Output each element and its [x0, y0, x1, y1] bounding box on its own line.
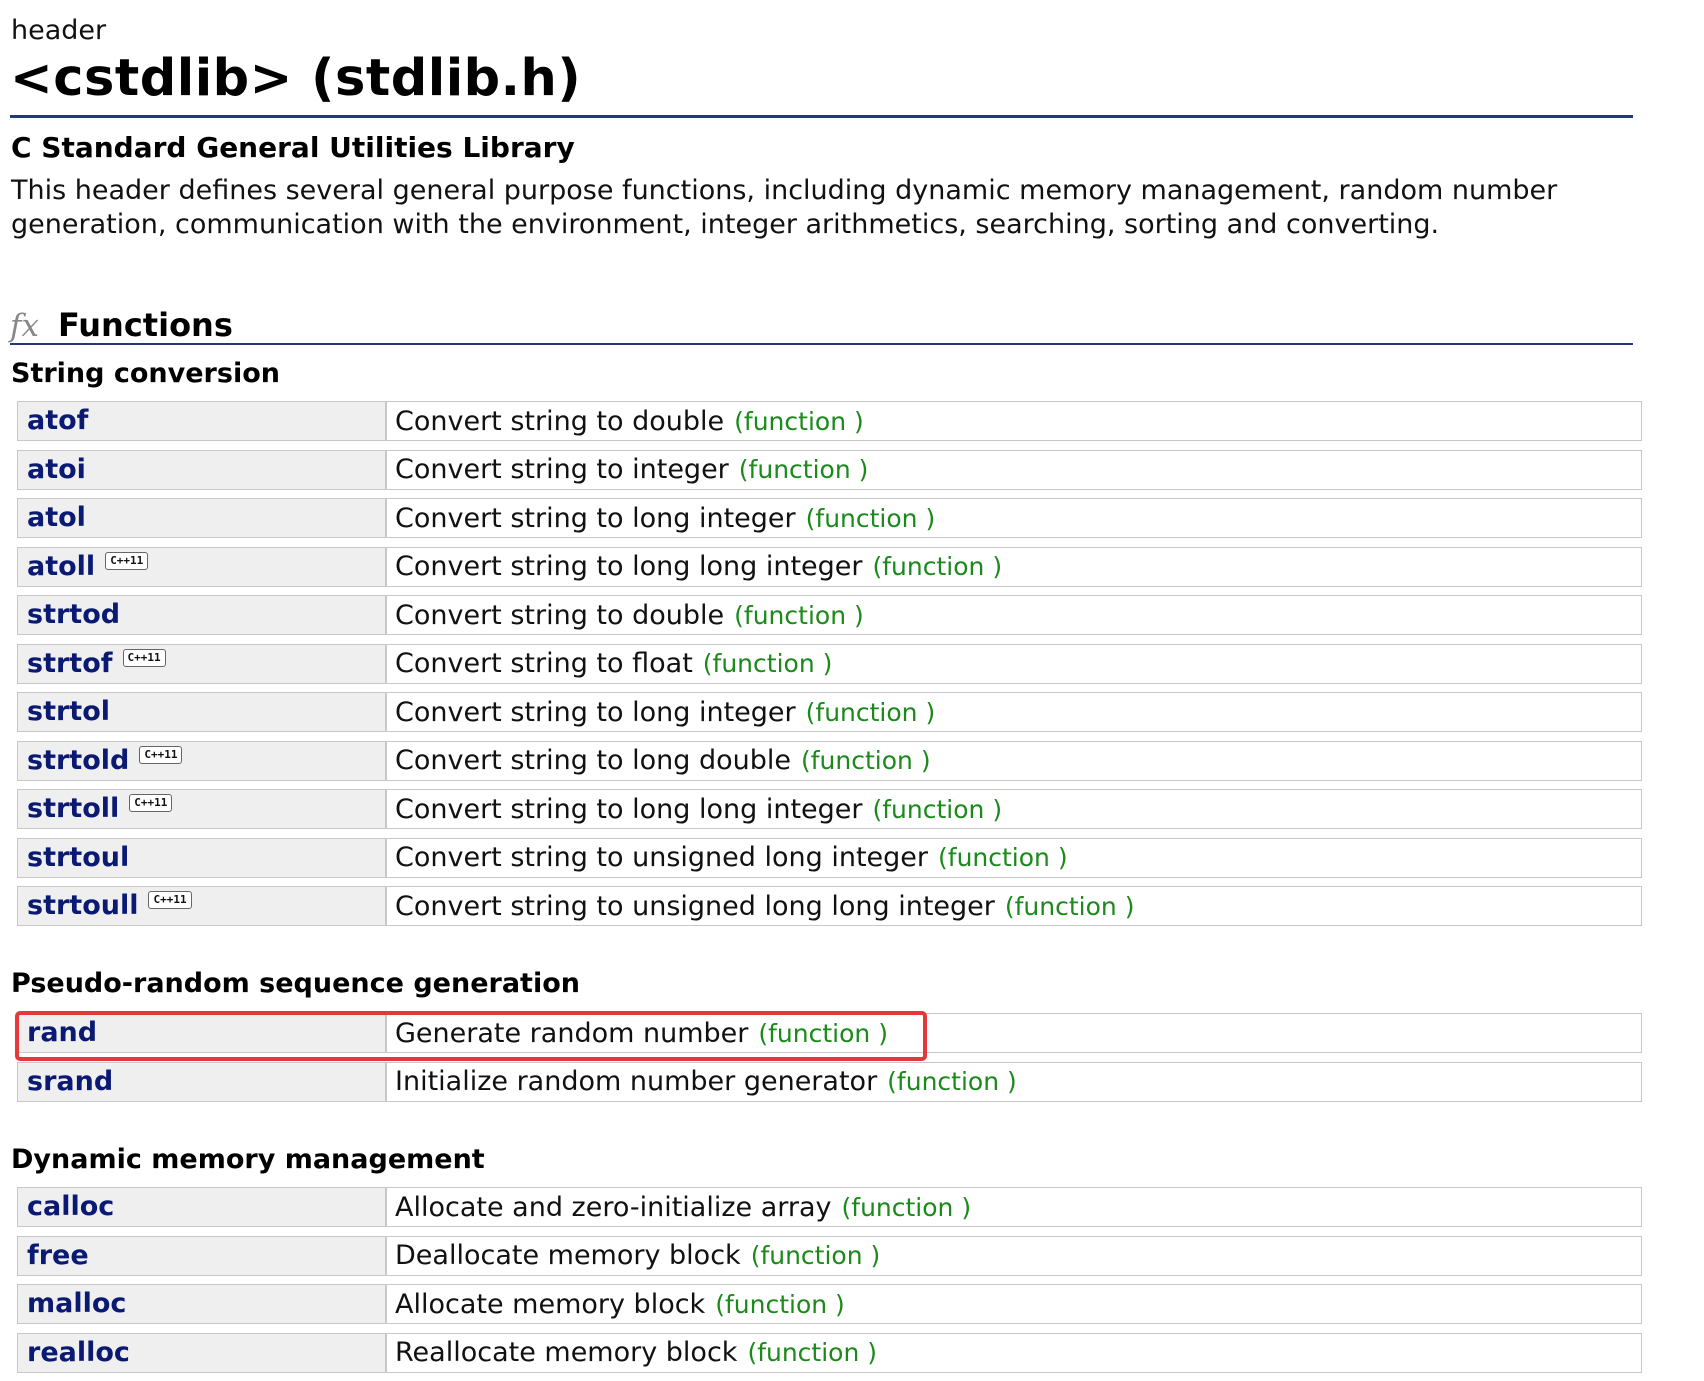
group-title-string-conversion: String conversion [11, 358, 280, 389]
cpp11-badge: C++11 [148, 891, 192, 909]
function-kind: (function ) [805, 503, 936, 533]
function-kind: (function ) [872, 794, 1003, 824]
functions-section-header: fx Functions [10, 302, 233, 346]
page-kind-label: header [11, 15, 107, 46]
function-link-strtold[interactable]: strtold [27, 744, 129, 778]
function-kind: (function ) [841, 1192, 972, 1222]
function-link-atof[interactable]: atof [27, 404, 88, 438]
function-kind: (function ) [747, 1338, 878, 1367]
cpp11-badge: C++11 [105, 551, 149, 570]
section-divider [10, 343, 1633, 345]
function-link-strtoll[interactable]: strtoll [27, 792, 119, 826]
function-kind: (function ) [801, 746, 931, 775]
table-row: free Deallocate memory block (function ) [17, 1235, 1642, 1276]
function-desc: Convert string to double [395, 599, 725, 631]
group-title-dynamic-memory: Dynamic memory management [11, 1144, 485, 1175]
function-desc: Convert string to long integer [395, 696, 796, 728]
function-link-strtod[interactable]: strtod [27, 598, 120, 632]
function-kind: (function ) [750, 1241, 881, 1270]
function-kind: (function ) [938, 843, 1068, 872]
table-row: calloc Allocate and zero-initialize array… [17, 1187, 1642, 1227]
function-desc: Convert string to integer [395, 454, 729, 485]
function-desc: Allocate and zero-initialize array [395, 1191, 832, 1223]
function-link-atol[interactable]: atol [27, 501, 86, 535]
function-link-atoi[interactable]: atoi [27, 453, 86, 487]
function-kind: (function ) [887, 1067, 1017, 1096]
function-desc: Convert string to unsigned long integer [395, 842, 929, 873]
function-kind: (function ) [1004, 891, 1135, 921]
function-link-strtol[interactable]: strtol [27, 695, 110, 729]
function-link-strtoull[interactable]: strtoull [27, 889, 138, 923]
reference-page: header <cstdlib> (stdlib.h) C Standard G… [0, 0, 1704, 1373]
page-description: This header defines several general purp… [11, 175, 1558, 240]
table-row: strtoll C++11 Convert string to long long … [17, 789, 1642, 829]
table-row: atol Convert string to long integer (funct… [17, 498, 1642, 538]
cpp11-badge: C++11 [122, 648, 166, 667]
function-link-strtof[interactable]: strtof [27, 647, 113, 681]
table-row: malloc Allocate memory block (function ) [17, 1284, 1642, 1324]
cpp11-badge: C++11 [129, 794, 173, 812]
page-subtitle: C Standard General Utilities Library [11, 131, 575, 164]
function-kind: (function ) [758, 1018, 888, 1048]
function-link-calloc[interactable]: calloc [27, 1190, 114, 1224]
function-link-malloc[interactable]: malloc [27, 1287, 126, 1321]
table-row: strtoul Convert string to unsigned long i… [17, 837, 1642, 878]
function-desc: Convert string to long integer [395, 502, 796, 534]
function-kind: (function ) [872, 552, 1003, 581]
function-kind: (function ) [702, 649, 833, 678]
table-row: atof Convert string to double (function ) [17, 401, 1642, 441]
function-kind: (function ) [805, 697, 936, 727]
table-row: strtold C++11 Convert string to long doubl… [17, 740, 1642, 781]
function-link-rand[interactable]: rand [27, 1016, 97, 1050]
section-title: Functions [58, 306, 233, 344]
function-desc: Convert string to double [395, 405, 725, 437]
function-table-dynamic-memory: calloc Allocate and zero-initialize array… [17, 1187, 1642, 1381]
function-link-strtoul[interactable]: strtoul [27, 841, 129, 875]
table-row: atoi Convert string to integer (function ) [17, 449, 1642, 490]
table-row: rand Generate random number (function ) [17, 1013, 1642, 1053]
function-desc: Allocate memory block [395, 1288, 706, 1320]
function-kind: (function ) [738, 455, 869, 484]
function-link-atoll[interactable]: atoll [27, 550, 95, 584]
function-desc: Convert string to long long integer [395, 551, 863, 582]
title-divider [10, 115, 1633, 118]
function-desc: Convert string to long long integer [395, 793, 863, 825]
function-table-pseudo-random: rand Generate random number (function ) sr… [17, 1013, 1642, 1110]
function-desc: Convert string to unsigned long long int… [395, 890, 995, 922]
table-row: realloc Reallocate memory block (function … [17, 1332, 1642, 1373]
group-title-pseudo-random: Pseudo-random sequence generation [11, 968, 580, 999]
function-desc: Initialize random number generator [395, 1066, 878, 1097]
function-desc: Convert string to long double [395, 745, 791, 776]
page-title: <cstdlib> (stdlib.h) [10, 49, 582, 108]
function-link-free[interactable]: free [27, 1239, 89, 1273]
function-desc: Deallocate memory block [395, 1240, 741, 1271]
function-table-string-conversion: atof Convert string to double (function ) … [17, 401, 1642, 935]
function-desc: Convert string to float [395, 648, 693, 679]
function-kind: (function ) [715, 1289, 845, 1319]
function-link-srand[interactable]: srand [27, 1065, 113, 1099]
function-kind: (function ) [734, 600, 864, 630]
function-link-realloc[interactable]: realloc [27, 1336, 130, 1370]
table-row: strtod Convert string to double (function … [17, 595, 1642, 635]
table-row: atoll C++11 Convert string to long long in… [17, 546, 1642, 587]
function-desc: Reallocate memory block [395, 1337, 738, 1368]
fx-icon: fx [10, 308, 39, 344]
cpp11-badge: C++11 [139, 745, 183, 764]
table-row: strtol Convert string to long integer (fun… [17, 692, 1642, 732]
function-kind: (function ) [734, 406, 864, 436]
table-row: srand Initialize random number generator (… [17, 1061, 1642, 1102]
function-desc: Generate random number [395, 1017, 749, 1049]
table-row: strtoull C++11 Convert string to unsigned … [17, 886, 1642, 926]
table-row: strtof C++11 Convert string to float (funct… [17, 643, 1642, 684]
